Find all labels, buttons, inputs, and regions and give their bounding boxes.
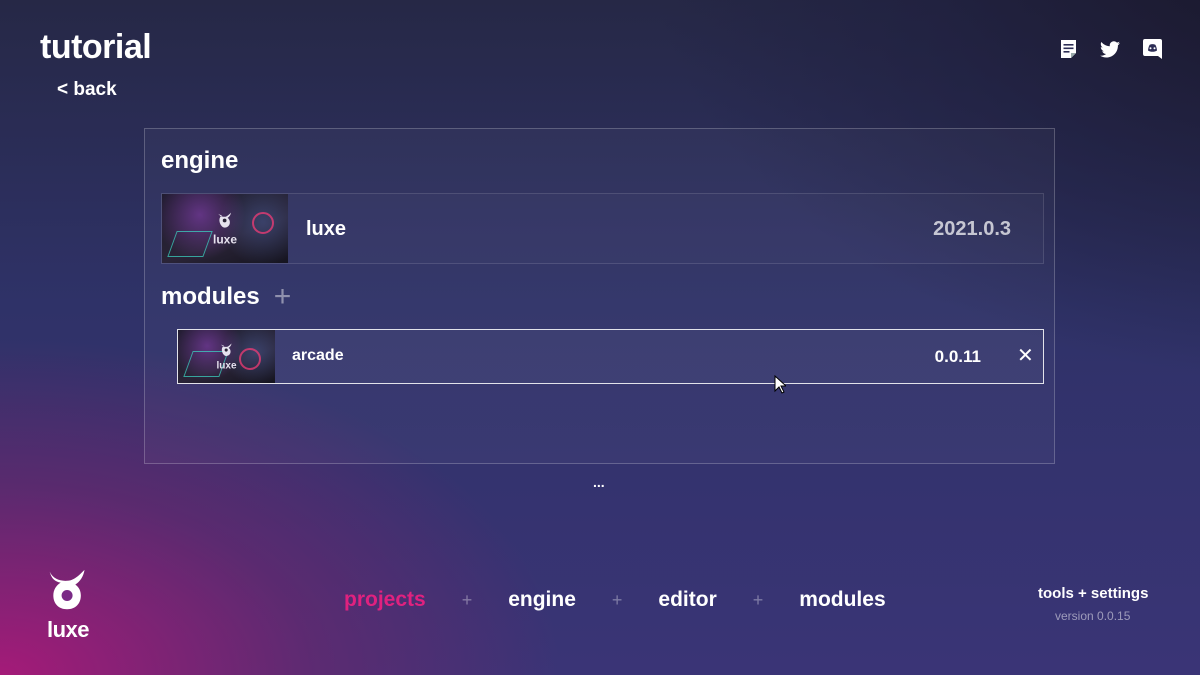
page-title: tutorial <box>40 28 152 66</box>
modules-heading: modules <box>161 283 260 310</box>
nav-editor[interactable]: editor <box>658 588 716 612</box>
nav-separator: + <box>611 589 623 610</box>
modules-heading-row: modules + <box>161 282 292 312</box>
brand-logo: luxe <box>44 568 92 643</box>
tools-settings-link[interactable]: tools + settings <box>1038 585 1148 602</box>
add-module-button[interactable]: + <box>274 282 292 312</box>
module-version: 0.0.11 <box>934 347 981 366</box>
remove-module-button[interactable]: ✕ <box>1017 344 1034 368</box>
module-row[interactable]: luxe arcade 0.0.11 ✕ <box>177 329 1044 384</box>
nav-modules[interactable]: modules <box>799 588 885 612</box>
engine-thumbnail: luxe <box>162 194 288 263</box>
module-thumbnail: luxe <box>178 330 275 383</box>
luxe-logo-icon: luxe <box>216 342 237 371</box>
brand-text: luxe <box>46 617 90 642</box>
nav-separator: + <box>752 589 764 610</box>
nav-separator: + <box>461 589 473 610</box>
engine-heading: engine <box>161 147 239 174</box>
more-ellipsis[interactable]: ... <box>593 474 605 490</box>
engine-version: 2021.0.3 <box>933 218 1011 240</box>
mouse-cursor-icon <box>774 374 788 399</box>
top-icon-bar <box>1058 38 1162 60</box>
luxe-logo-icon <box>49 569 85 610</box>
nav-engine[interactable]: engine <box>508 588 576 612</box>
luxe-logo-icon: luxe <box>213 211 237 246</box>
back-link[interactable]: < back <box>57 79 117 101</box>
engine-name: luxe <box>306 218 347 240</box>
discord-icon[interactable] <box>1142 38 1162 60</box>
nav-projects[interactable]: projects <box>344 588 426 612</box>
notes-icon[interactable] <box>1058 38 1078 60</box>
twitter-icon[interactable] <box>1100 38 1120 60</box>
app-version: version 0.0.15 <box>1055 609 1131 623</box>
engine-row[interactable]: luxe luxe 2021.0.3 <box>161 193 1044 264</box>
module-name: arcade <box>292 347 344 364</box>
project-panel: engine luxe luxe 2021.0.3 modules + luxe… <box>144 128 1055 464</box>
bottom-nav: projects + engine + editor + modules <box>344 588 886 612</box>
